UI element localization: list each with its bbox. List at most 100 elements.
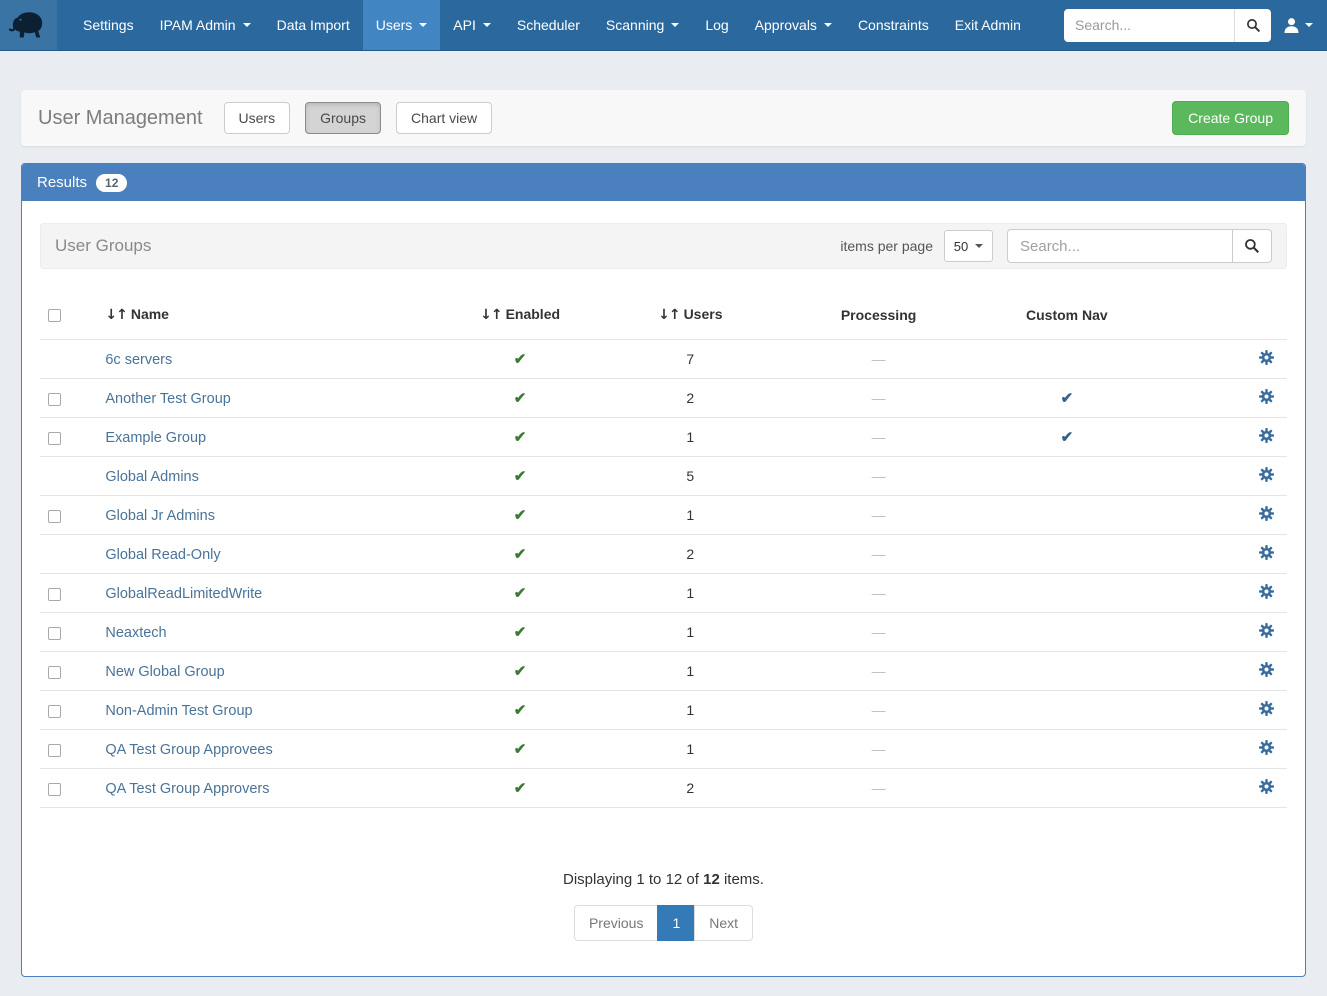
- view-button-chart-view[interactable]: Chart view: [396, 102, 492, 134]
- custom-nav-cell: [974, 496, 1160, 535]
- group-name-link[interactable]: Global Read-Only: [105, 547, 220, 563]
- nav-item-log[interactable]: Log: [692, 0, 741, 50]
- column-header-users[interactable]: ↓↑Users: [597, 296, 783, 340]
- nav-item-api[interactable]: API: [440, 0, 504, 50]
- group-name-link[interactable]: Neaxtech: [105, 625, 166, 641]
- enabled-cell: ✔: [443, 418, 598, 457]
- gear-icon[interactable]: [1259, 701, 1274, 716]
- select-all-checkbox[interactable]: [48, 309, 61, 322]
- gear-icon[interactable]: [1259, 350, 1274, 365]
- enabled-check-icon: ✔: [514, 780, 527, 797]
- gear-icon[interactable]: [1259, 389, 1274, 404]
- group-name-link[interactable]: Example Group: [105, 430, 206, 446]
- navbar-search-input[interactable]: [1064, 9, 1234, 42]
- gear-icon[interactable]: [1259, 740, 1274, 755]
- enabled-cell: ✔: [443, 613, 598, 652]
- enabled-check-icon: ✔: [514, 663, 527, 680]
- column-header-name[interactable]: ↓↑Name: [97, 296, 442, 340]
- group-name-link[interactable]: QA Test Group Approvees: [105, 742, 272, 758]
- nav-item-scanning[interactable]: Scanning: [593, 0, 692, 50]
- nav-item-approvals[interactable]: Approvals: [742, 0, 845, 50]
- gear-icon[interactable]: [1259, 779, 1274, 794]
- nav-item-settings[interactable]: Settings: [70, 0, 147, 50]
- mammoth-logo-icon: [8, 9, 50, 41]
- gear-icon[interactable]: [1259, 545, 1274, 560]
- app-logo[interactable]: [0, 0, 57, 50]
- group-name-link[interactable]: GlobalReadLimitedWrite: [105, 586, 262, 602]
- table-row: Global Read-Only ✔ 2 —: [40, 535, 1287, 574]
- row-checkbox[interactable]: [48, 432, 61, 445]
- group-name-link[interactable]: Non-Admin Test Group: [105, 703, 252, 719]
- row-actions-cell: [1160, 574, 1287, 613]
- view-button-groups[interactable]: Groups: [305, 102, 381, 134]
- view-button-users[interactable]: Users: [224, 102, 291, 134]
- gear-icon[interactable]: [1259, 467, 1274, 482]
- group-name-link[interactable]: Global Jr Admins: [105, 508, 215, 524]
- gear-icon[interactable]: [1259, 506, 1274, 521]
- group-name-link[interactable]: Global Admins: [105, 469, 199, 485]
- row-actions-cell: [1160, 769, 1287, 808]
- users-count: 5: [597, 457, 783, 496]
- view-toggle-group: Users Groups Chart view: [224, 102, 508, 134]
- create-group-button[interactable]: Create Group: [1172, 101, 1289, 135]
- users-count: 1: [597, 691, 783, 730]
- navbar-search-button[interactable]: [1234, 9, 1271, 42]
- row-checkbox[interactable]: [48, 666, 61, 679]
- custom-nav-cell: ✔: [974, 379, 1160, 418]
- user-icon: [1283, 17, 1300, 34]
- gear-icon[interactable]: [1259, 623, 1274, 638]
- page-content: User Management UsersGroupsChart view Cr…: [0, 90, 1327, 977]
- row-checkbox[interactable]: [48, 588, 61, 601]
- items-per-page-select[interactable]: 50: [944, 230, 993, 262]
- gear-icon[interactable]: [1259, 584, 1274, 599]
- group-name-link[interactable]: 6c servers: [105, 352, 172, 368]
- enabled-cell: ✔: [443, 730, 598, 769]
- row-checkbox-cell: [40, 379, 97, 418]
- row-checkbox[interactable]: [48, 627, 61, 640]
- pagination-previous[interactable]: Previous: [574, 905, 658, 941]
- gear-icon[interactable]: [1259, 662, 1274, 677]
- nav-item-exit-admin[interactable]: Exit Admin: [942, 0, 1034, 50]
- row-checkbox-cell: [40, 769, 97, 808]
- nav-menu: Settings IPAM Admin Data Import Users AP…: [70, 0, 1034, 50]
- row-checkbox[interactable]: [48, 705, 61, 718]
- nav-item-label: Exit Admin: [955, 17, 1021, 33]
- row-checkbox[interactable]: [48, 393, 61, 406]
- column-label: Enabled: [506, 306, 560, 322]
- nav-item-constraints[interactable]: Constraints: [845, 0, 942, 50]
- caret-down-icon: [1305, 23, 1313, 27]
- nav-item-data-import[interactable]: Data Import: [264, 0, 363, 50]
- user-account-menu[interactable]: [1283, 17, 1313, 34]
- pagination-next[interactable]: Next: [694, 905, 753, 941]
- processing-value: —: [783, 730, 974, 769]
- column-header-enabled[interactable]: ↓↑Enabled: [443, 296, 598, 340]
- sort-icon: ↓↑: [658, 307, 679, 323]
- column-label: Custom Nav: [1026, 307, 1108, 323]
- nav-item-scheduler[interactable]: Scheduler: [504, 0, 593, 50]
- row-checkbox[interactable]: [48, 510, 61, 523]
- group-name-link[interactable]: Another Test Group: [105, 391, 230, 407]
- row-checkbox[interactable]: [48, 783, 61, 796]
- enabled-cell: ✔: [443, 379, 598, 418]
- table-search-button[interactable]: [1232, 229, 1272, 263]
- table-footer: Displaying 1 to 12 of 12 items. Previous…: [40, 871, 1287, 941]
- group-name-cell: Another Test Group: [97, 379, 442, 418]
- gear-icon[interactable]: [1259, 428, 1274, 443]
- select-all-header-cell: [40, 296, 97, 340]
- enabled-cell: ✔: [443, 340, 598, 379]
- group-name-link[interactable]: QA Test Group Approvers: [105, 781, 269, 797]
- row-checkbox[interactable]: [48, 744, 61, 757]
- users-count: 2: [597, 769, 783, 808]
- column-header-processing[interactable]: Processing: [783, 296, 974, 340]
- enabled-cell: ✔: [443, 457, 598, 496]
- group-name-cell: New Global Group: [97, 652, 442, 691]
- nav-item-users[interactable]: Users: [363, 0, 441, 50]
- row-actions-cell: [1160, 730, 1287, 769]
- summary-prefix: Displaying 1 to 12 of: [563, 871, 703, 888]
- nav-item-ipam-admin[interactable]: IPAM Admin: [147, 0, 264, 50]
- pagination-page-1[interactable]: 1: [657, 905, 695, 941]
- group-name-link[interactable]: New Global Group: [105, 664, 224, 680]
- column-header-custom-nav[interactable]: Custom Nav: [974, 296, 1160, 340]
- table-search-input[interactable]: [1007, 229, 1232, 263]
- enabled-check-icon: ✔: [514, 624, 527, 641]
